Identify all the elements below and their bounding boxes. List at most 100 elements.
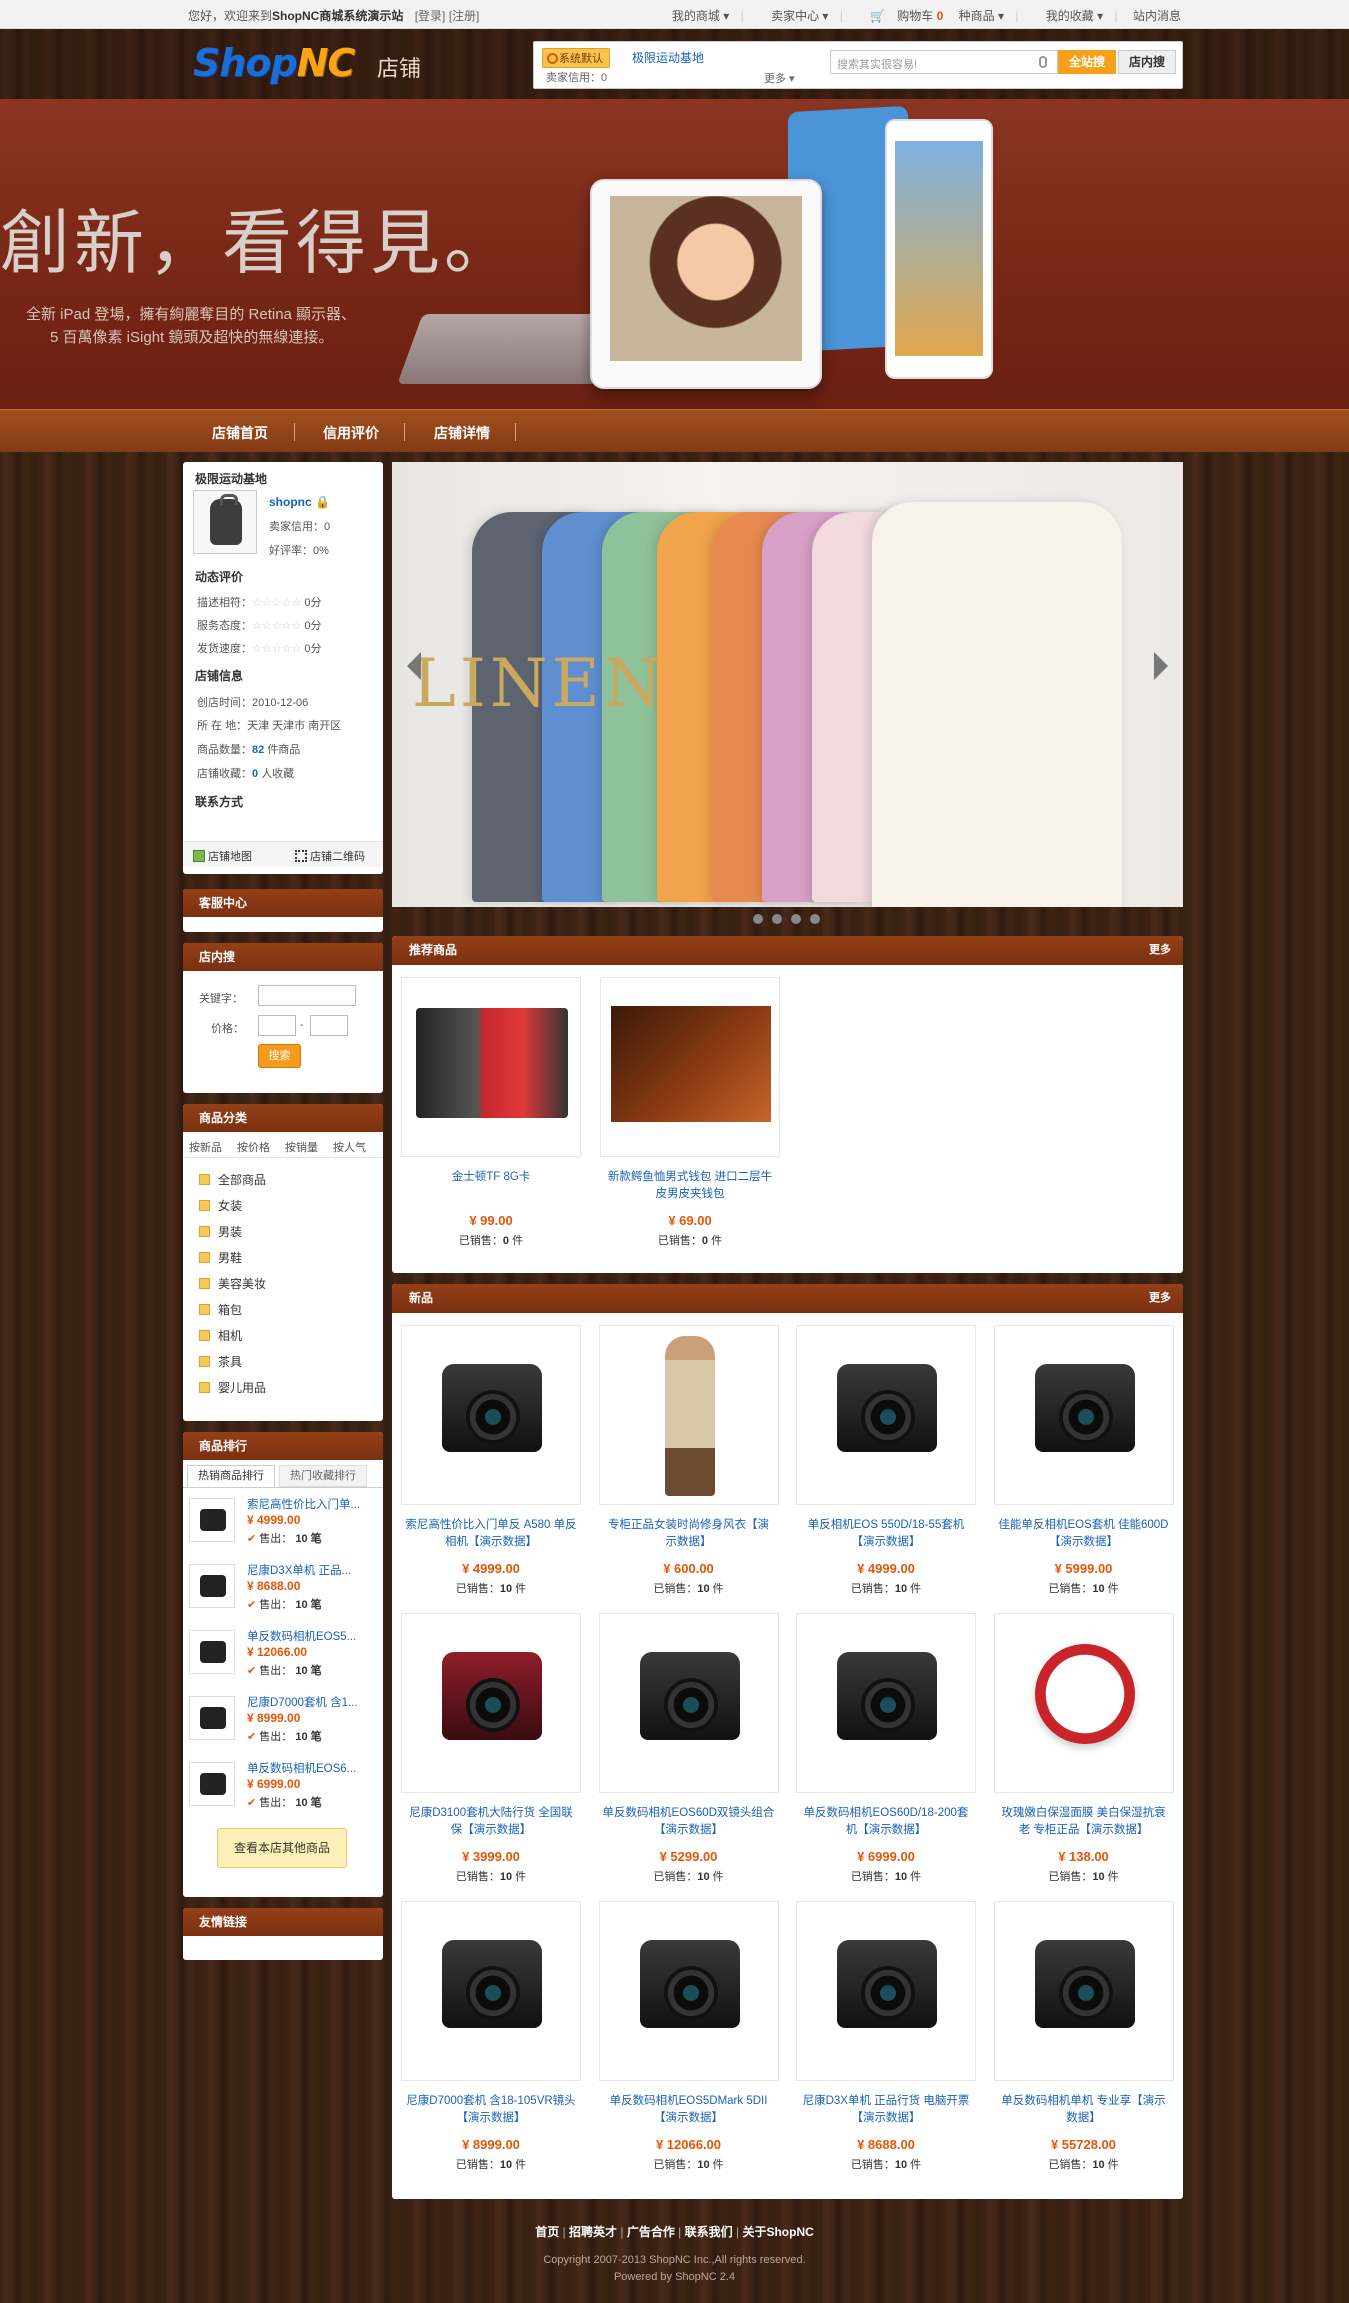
nav-shop-detail[interactable]: 店铺详情 — [434, 423, 490, 443]
product-card[interactable]: 单反相机EOS 550D/18-55套机【演示数据】 ¥ 4999.00 已销售：1… — [796, 1325, 976, 1596]
product-name[interactable]: 索尼高性价比入门单反 A580 单反相机【演示数据】 — [401, 1517, 581, 1551]
messages-link[interactable]: 站内消息 — [1133, 9, 1181, 23]
product-name[interactable]: 单反数码相机EOS60D/18-200套机【演示数据】 — [796, 1805, 976, 1839]
product-card[interactable]: 尼康D3100套机大陆行货 全国联保【演示数据】 ¥ 3999.00 已销售：10 … — [401, 1613, 581, 1884]
ranking-item[interactable]: 尼康D3X单机 正品... ¥ 8688.00 ✔ 售出： 10 笔 — [189, 1562, 379, 1620]
category-item[interactable]: 男装 — [199, 1223, 242, 1240]
my-mall-link[interactable]: 我的商城 ▾ — [660, 9, 729, 23]
category-item[interactable]: 美容美妆 — [199, 1275, 266, 1292]
slider-next-icon[interactable] — [1154, 652, 1168, 680]
product-card[interactable]: 单反数码相机EOS60D/18-200套机【演示数据】 ¥ 6999.00 已销售：… — [796, 1613, 976, 1884]
tab-hot-favorites[interactable]: 热门收藏排行 — [279, 1465, 367, 1487]
product-card[interactable]: 索尼高性价比入门单反 A580 单反相机【演示数据】 ¥ 4999.00 已销售：1… — [401, 1325, 581, 1596]
product-image[interactable] — [796, 1613, 976, 1793]
shop-avatar[interactable] — [193, 490, 257, 554]
cart-link[interactable]: 🛒 购物车 0 种商品 ▾ — [858, 9, 1004, 23]
ranking-item-name[interactable]: 尼康D7000套机 含1... — [247, 1694, 373, 1710]
product-image[interactable] — [796, 1901, 976, 2081]
shop-name-link[interactable]: 极限运动基地 — [632, 49, 704, 66]
sort-popular-tab[interactable]: 按人气 — [333, 1139, 366, 1155]
shopnc-logo[interactable]: ShopNC — [193, 41, 355, 85]
ranking-item-name[interactable]: 尼康D3X单机 正品... — [247, 1562, 373, 1578]
slider-dot[interactable] — [791, 914, 801, 924]
shop-qrcode-link[interactable]: 店铺二维码 — [295, 848, 365, 864]
footer-link-home[interactable]: 首页 — [535, 2225, 559, 2239]
product-image[interactable] — [598, 1901, 779, 2081]
product-name[interactable]: 新款鳄鱼恤男式钱包 进口二层牛皮男皮夹钱包 — [600, 1169, 780, 1203]
more-dropdown[interactable]: 更多 ▾ — [764, 70, 795, 86]
product-name[interactable]: 单反数码相机单机 专业享【演示数据】 — [994, 2093, 1174, 2127]
slider-dot[interactable] — [772, 914, 782, 924]
product-name[interactable]: 玫瑰嫩白保湿面膜 美白保湿抗衰老 专柜正品【演示数据】 — [994, 1805, 1174, 1839]
footer-link-contact[interactable]: 联系我们 — [685, 2225, 733, 2239]
search-input[interactable]: 搜索其实很容易! — [830, 50, 1058, 74]
footer-link-ads[interactable]: 广告合作 — [627, 2225, 675, 2239]
product-card[interactable]: 单反数码相机EOS60D双镜头组合【演示数据】 ¥ 5299.00 已销售：10 件 — [598, 1613, 779, 1884]
category-item[interactable]: 箱包 — [199, 1301, 242, 1318]
new-items-more-link[interactable]: 更多 — [1149, 1284, 1171, 1313]
ranking-item[interactable]: 单反数码相机EOS6... ¥ 6999.00 ✔ 售出： 10 笔 — [189, 1760, 379, 1818]
category-item[interactable]: 茶具 — [199, 1353, 242, 1370]
recommended-more-link[interactable]: 更多 — [1149, 936, 1171, 965]
footer-link-jobs[interactable]: 招聘英才 — [569, 2225, 617, 2239]
product-name[interactable]: 尼康D7000套机 含18-105VR镜头【演示数据】 — [401, 2093, 581, 2127]
product-card[interactable]: 金士顿TF 8G卡 ¥ 99.00 已销售：0 件 — [401, 977, 581, 1248]
seller-center-link[interactable]: 卖家中心 ▾ — [759, 9, 828, 23]
sort-sales-tab[interactable]: 按销量 — [285, 1139, 318, 1155]
product-name[interactable]: 单反数码相机EOS5DMark 5DII【演示数据】 — [599, 2093, 779, 2127]
product-name[interactable]: 佳能单反相机EOS套机 佳能600D【演示数据】 — [994, 1517, 1174, 1551]
product-name[interactable]: 尼康D3100套机大陆行货 全国联保【演示数据】 — [401, 1805, 581, 1839]
nav-shop-home[interactable]: 店铺首页 — [212, 423, 268, 443]
ranking-item[interactable]: 尼康D7000套机 含1... ¥ 8999.00 ✔ 售出： 10 笔 — [189, 1694, 379, 1752]
product-image[interactable] — [401, 1901, 581, 2081]
ranking-item[interactable]: 索尼高性价比入门单... ¥ 4999.00 ✔ 售出： 10 笔 — [189, 1496, 379, 1554]
ranking-item[interactable]: 单反数码相机EOS5... ¥ 12066.00 ✔ 售出： 10 笔 — [189, 1628, 379, 1686]
product-name[interactable]: 专柜正品女装时尚修身风衣【演示数据】 — [599, 1517, 779, 1551]
product-image[interactable] — [401, 1325, 581, 1505]
login-link[interactable]: [登录] — [415, 9, 446, 23]
store-search-button[interactable]: 搜索 — [258, 1044, 301, 1068]
product-card[interactable]: 单反数码相机EOS5DMark 5DII【演示数据】 ¥ 12066.00 已销售：… — [598, 1901, 779, 2172]
view-more-goods-button[interactable]: 查看本店其他商品 — [217, 1828, 347, 1868]
category-item[interactable]: 婴儿用品 — [199, 1379, 266, 1396]
favorites-link[interactable]: 我的收藏 ▾ — [1034, 9, 1103, 23]
product-card[interactable]: 玫瑰嫩白保湿面膜 美白保湿抗衰老 专柜正品【演示数据】 ¥ 138.00 已销售：1… — [993, 1613, 1174, 1884]
product-image[interactable] — [598, 1613, 779, 1793]
ranking-item-name[interactable]: 索尼高性价比入门单... — [247, 1496, 373, 1512]
slider-prev-icon[interactable] — [407, 652, 421, 680]
shop-search-button[interactable]: 店内搜 — [1118, 50, 1176, 74]
product-image[interactable] — [401, 1613, 581, 1793]
product-card[interactable]: 单反数码相机单机 专业享【演示数据】 ¥ 55728.00 已销售：10 件 — [993, 1901, 1174, 2172]
site-search-button[interactable]: 全站搜 — [1058, 50, 1116, 74]
product-name[interactable]: 单反相机EOS 550D/18-55套机【演示数据】 — [796, 1517, 976, 1551]
tab-hot-sales[interactable]: 热销商品排行 — [187, 1465, 275, 1487]
microphone-icon[interactable] — [1039, 56, 1047, 68]
sort-price-tab[interactable]: 按价格 — [237, 1139, 270, 1155]
product-image[interactable] — [598, 1325, 779, 1505]
nav-credit[interactable]: 信用评价 — [323, 423, 379, 443]
shop-map-link[interactable]: 店铺地图 — [193, 848, 252, 864]
product-image[interactable] — [993, 1613, 1174, 1793]
product-image[interactable] — [401, 977, 581, 1157]
product-card[interactable]: 新款鳄鱼恤男式钱包 进口二层牛皮男皮夹钱包 ¥ 69.00 已销售：0 件 — [600, 977, 780, 1248]
price-min-input[interactable] — [258, 1015, 296, 1036]
register-link[interactable]: [注册] — [449, 9, 480, 23]
promo-slider[interactable]: LINEN — [392, 462, 1183, 907]
category-item[interactable]: 全部商品 — [199, 1171, 266, 1188]
product-card[interactable]: 佳能单反相机EOS套机 佳能600D【演示数据】 ¥ 5999.00 已销售：10 … — [993, 1325, 1174, 1596]
product-name[interactable]: 尼康D3X单机 正品行货 电脑开票【演示数据】 — [796, 2093, 976, 2127]
keyword-input[interactable] — [258, 985, 356, 1006]
ranking-item-name[interactable]: 单反数码相机EOS6... — [247, 1760, 373, 1776]
sort-new-tab[interactable]: 按新品 — [189, 1139, 222, 1155]
slider-dot[interactable] — [810, 914, 820, 924]
category-item[interactable]: 相机 — [199, 1327, 242, 1344]
product-image[interactable] — [600, 977, 780, 1157]
product-image[interactable] — [993, 1325, 1174, 1505]
category-item[interactable]: 女装 — [199, 1197, 242, 1214]
price-max-input[interactable] — [310, 1015, 348, 1036]
ranking-item-name[interactable]: 单反数码相机EOS5... — [247, 1628, 373, 1644]
shop-owner-link[interactable]: shopnc 🔒 — [269, 495, 330, 509]
footer-link-about[interactable]: 关于ShopNC — [742, 2225, 813, 2239]
product-card[interactable]: 尼康D7000套机 含18-105VR镜头【演示数据】 ¥ 8999.00 已销售：… — [401, 1901, 581, 2172]
product-card[interactable]: 尼康D3X单机 正品行货 电脑开票【演示数据】 ¥ 8688.00 已销售：10 件 — [796, 1901, 976, 2172]
